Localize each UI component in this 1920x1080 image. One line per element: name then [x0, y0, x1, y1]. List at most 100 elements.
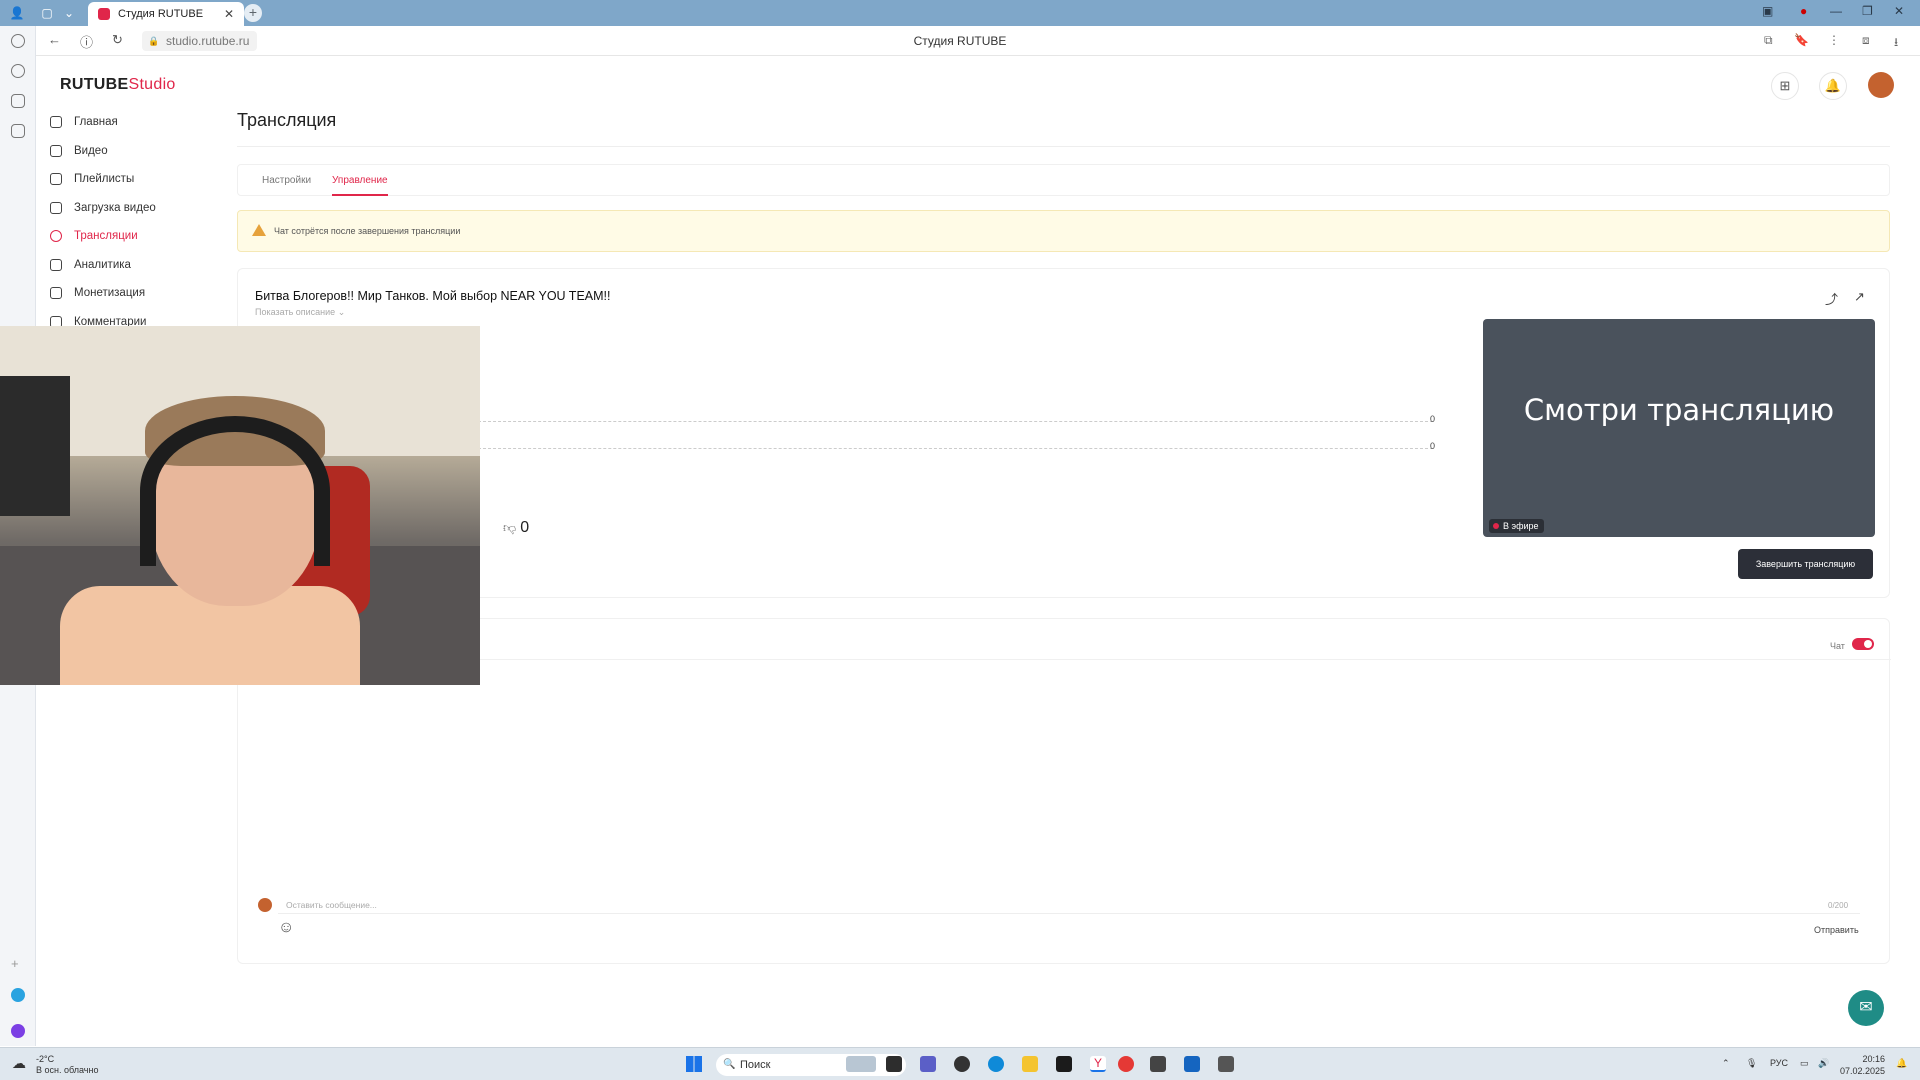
- tab-actions-icon[interactable]: ▢: [38, 4, 56, 22]
- weather-widget[interactable]: -2°C В осн. облачно: [36, 1054, 98, 1076]
- avatar: [258, 898, 272, 912]
- edge-icon[interactable]: [988, 1056, 1004, 1072]
- share-icon[interactable]: ⤴: [1825, 289, 1838, 308]
- studio-sidebar: Главная Видео Плейлисты Загрузка видео Т…: [50, 108, 220, 336]
- send-button[interactable]: Отправить: [1814, 925, 1859, 935]
- sidebar-item-playlists[interactable]: Плейлисты: [50, 165, 220, 194]
- char-counter: 0/200: [1828, 901, 1849, 910]
- tab-settings[interactable]: Настройки: [262, 175, 311, 186]
- chat-toggle[interactable]: [1852, 638, 1874, 650]
- window-extra-icon[interactable]: ▣: [1762, 4, 1773, 18]
- weather-desc: В осн. облачно: [36, 1065, 99, 1075]
- main-content: Трансляция Настройки Управление Чат сотр…: [237, 110, 1891, 964]
- show-description-link[interactable]: Показать описание ⌄: [255, 307, 345, 318]
- maximize-button[interactable]: ❐: [1862, 4, 1873, 18]
- clock[interactable]: 20:16 07.02.2025: [1840, 1053, 1885, 1077]
- collections-icon[interactable]: [11, 94, 25, 108]
- dislike-count: 0: [520, 519, 530, 536]
- logo-sub: Studio: [128, 76, 176, 93]
- app-icon[interactable]: [1056, 1056, 1072, 1072]
- divider: [238, 659, 1891, 660]
- extensions-icon[interactable]: ⧈: [1862, 33, 1870, 48]
- weather-temp: -2°C: [36, 1054, 55, 1064]
- play-icon[interactable]: [11, 64, 25, 78]
- support-chat-icon[interactable]: ✉: [1848, 990, 1884, 1026]
- tab-bar: Настройки Управление: [237, 164, 1890, 196]
- alice-icon[interactable]: [11, 1024, 25, 1038]
- warning-banner: Чат сотрётся после завершения трансляции: [237, 210, 1890, 252]
- open-external-icon[interactable]: ↗: [1854, 289, 1865, 305]
- tabs-icon[interactable]: [11, 124, 25, 138]
- chart-icon: [50, 258, 62, 271]
- file-explorer-icon[interactable]: [1022, 1056, 1038, 1072]
- weather-icon[interactable]: ☁: [12, 1055, 26, 1072]
- preview-text: Смотри трансляцию: [1523, 393, 1835, 427]
- new-tab-button[interactable]: +: [244, 4, 262, 22]
- sidebar-item-label: Загрузка видео: [74, 201, 156, 214]
- translate-icon[interactable]: ⧉: [1764, 33, 1773, 48]
- network-icon[interactable]: ▭: [1800, 1058, 1809, 1069]
- tanks-icon[interactable]: [1150, 1056, 1166, 1072]
- chevron-down-icon[interactable]: ⌄: [60, 4, 78, 22]
- tab-management[interactable]: Управление: [332, 175, 388, 196]
- profile-icon[interactable]: 👤: [8, 4, 26, 22]
- emoji-icon[interactable]: ☺: [278, 919, 294, 937]
- show-description-label: Показать описание: [255, 307, 336, 317]
- telegram-icon[interactable]: [11, 988, 25, 1002]
- time: 20:16: [1862, 1054, 1886, 1064]
- stream-title: Битва Блогеров!! Мир Танков. Мой выбор N…: [255, 289, 611, 303]
- sidebar-item-monetization[interactable]: Монетизация: [50, 279, 220, 308]
- address-bar: ← ⓘ ↻ studio.rutube.ru Студия RUTUBE ⧉ 🔖…: [0, 26, 1920, 56]
- download-icon[interactable]: ⭳: [1894, 33, 1898, 54]
- rutube-studio-logo[interactable]: RUTUBEStudio: [60, 76, 176, 94]
- notification-dot-icon: ●: [1800, 4, 1808, 18]
- sidebar-item-label: Главная: [74, 116, 118, 129]
- task-view-icon[interactable]: [886, 1056, 902, 1072]
- language-indicator[interactable]: РУС: [1770, 1058, 1788, 1068]
- taskbar-search[interactable]: Поиск: [716, 1054, 906, 1076]
- sidebar-item-video[interactable]: Видео: [50, 137, 220, 166]
- add-panel-icon[interactable]: +: [11, 957, 25, 972]
- page-title: Трансляция: [237, 110, 337, 130]
- warning-text: Чат сотрётся после завершения трансляции: [274, 226, 461, 236]
- microphone-icon[interactable]: 🎙: [1746, 1058, 1757, 1069]
- create-icon[interactable]: ⊞: [1771, 72, 1799, 100]
- menu-dots-icon[interactable]: ⋮: [1828, 33, 1840, 47]
- notification-icon[interactable]: 🔔: [1896, 1058, 1907, 1069]
- home-icon: [50, 116, 62, 129]
- browser-tab-active[interactable]: Студия RUTUBE ✕: [88, 2, 244, 26]
- chat-toggle-label: Чат: [1830, 641, 1845, 651]
- stat-value: 0: [1430, 441, 1436, 451]
- sidebar-item-home[interactable]: Главная: [50, 108, 220, 137]
- sidebar-item-analytics[interactable]: Аналитика: [50, 251, 220, 280]
- volume-icon[interactable]: 🔊: [1818, 1058, 1829, 1069]
- close-window-button[interactable]: ✕: [1894, 4, 1904, 18]
- headphones-icon: [140, 416, 330, 566]
- avatar[interactable]: [1868, 72, 1894, 98]
- broadcast-icon: [50, 230, 62, 243]
- terminal-icon[interactable]: [1184, 1056, 1200, 1072]
- stream-card: Битва Блогеров!! Мир Танков. Мой выбор N…: [237, 268, 1890, 598]
- shield-icon[interactable]: [1218, 1056, 1234, 1072]
- bookmark-icon[interactable]: 🔖: [1794, 33, 1809, 47]
- tray-chevron-icon[interactable]: ⌃: [1722, 1058, 1730, 1069]
- history-icon[interactable]: [11, 34, 25, 48]
- stat-line: [478, 448, 1433, 449]
- sidebar-item-broadcasts[interactable]: Трансляции: [50, 222, 220, 251]
- list-icon: [50, 173, 62, 186]
- upload-icon: [50, 201, 62, 214]
- windows-start-icon[interactable]: [686, 1056, 702, 1072]
- chat-message-input[interactable]: Оставить сообщение...: [278, 896, 1860, 914]
- yandex-browser-icon[interactable]: Y: [1090, 1056, 1106, 1072]
- live-badge: В эфире: [1489, 519, 1544, 533]
- obs-icon[interactable]: [954, 1056, 970, 1072]
- stat-value: 0: [1430, 414, 1436, 424]
- close-tab-icon[interactable]: ✕: [224, 7, 234, 21]
- teams-icon[interactable]: [920, 1056, 936, 1072]
- sidebar-item-upload[interactable]: Загрузка видео: [50, 194, 220, 223]
- end-stream-button[interactable]: Завершить трансляцию: [1738, 549, 1873, 579]
- bell-icon[interactable]: 🔔: [1819, 72, 1847, 100]
- minimize-button[interactable]: —: [1830, 4, 1842, 18]
- stream-preview[interactable]: Смотри трансляцию В эфире: [1483, 319, 1875, 537]
- yandex-icon[interactable]: [1118, 1056, 1134, 1072]
